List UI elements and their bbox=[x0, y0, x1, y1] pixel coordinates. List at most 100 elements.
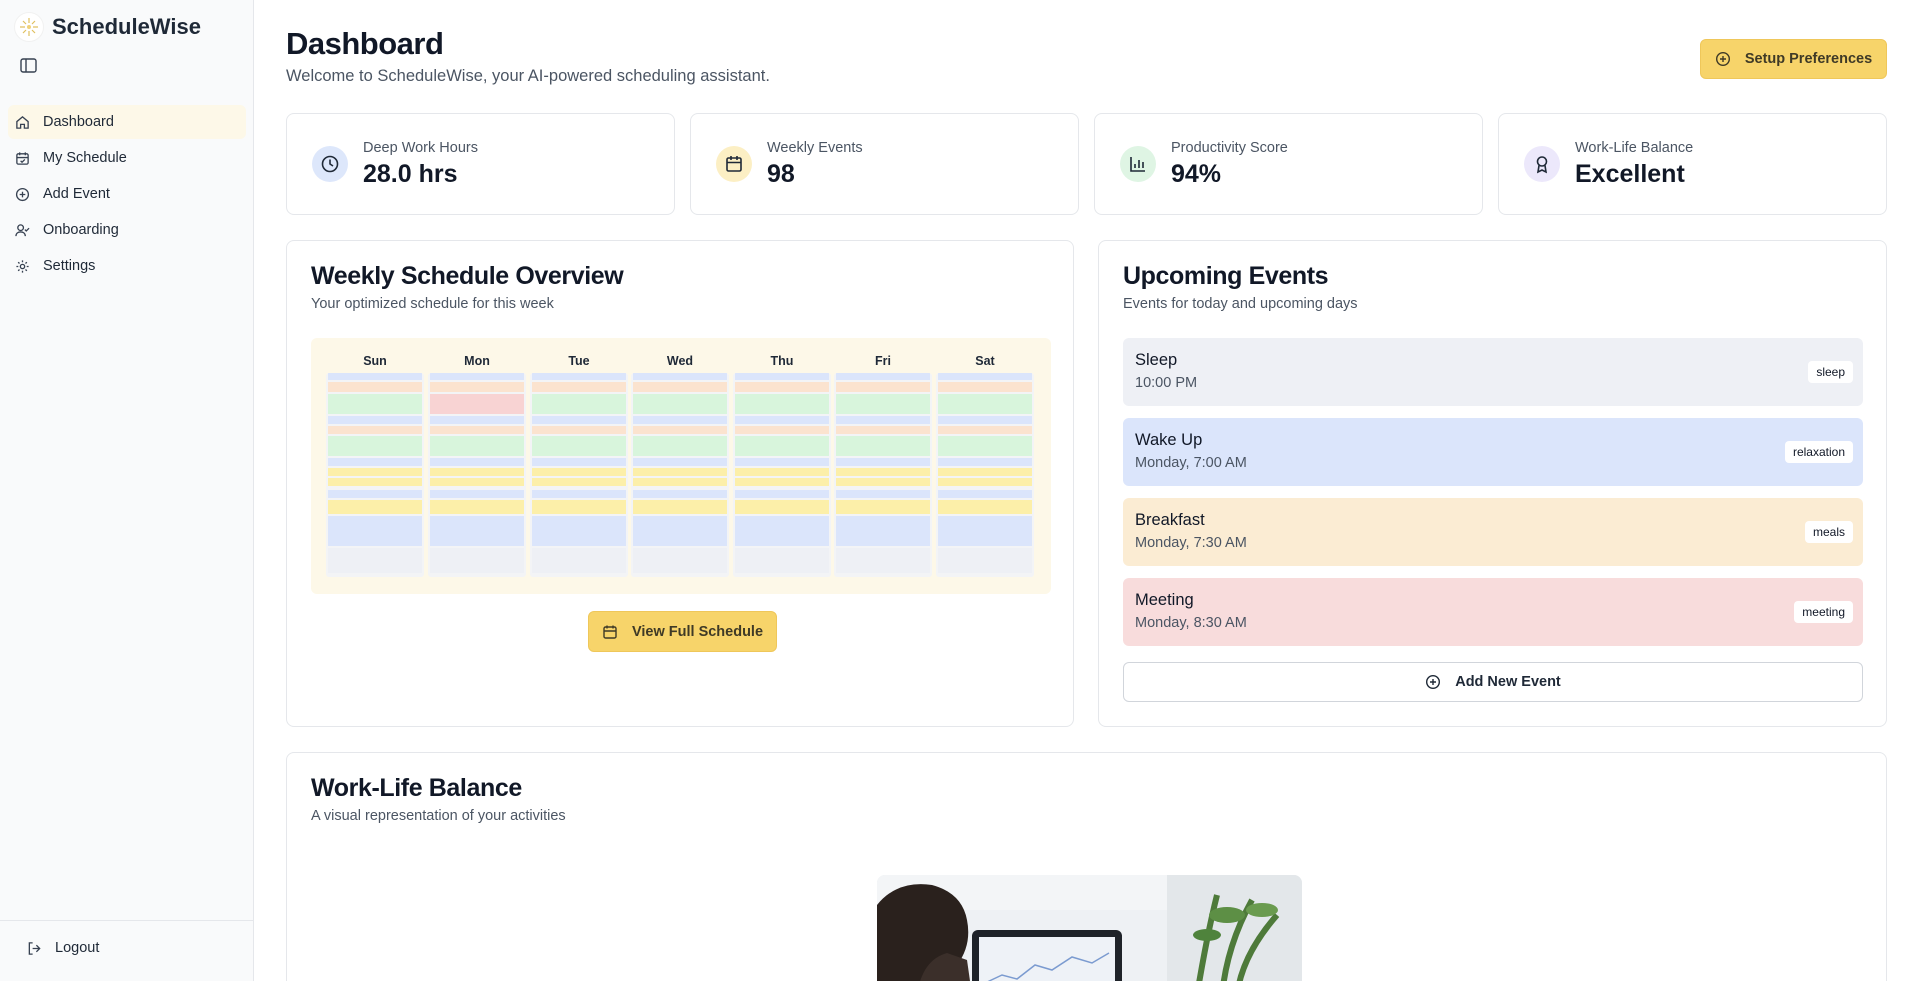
plus-circle-icon bbox=[1426, 674, 1441, 690]
event-tag: relaxation bbox=[1784, 441, 1853, 463]
day-header: Fri bbox=[875, 354, 891, 368]
day-header: Tue bbox=[568, 354, 590, 368]
plus-circle-icon bbox=[15, 187, 30, 201]
schedule-block bbox=[836, 516, 930, 546]
app-logo bbox=[14, 12, 44, 42]
day-header: Sun bbox=[363, 354, 387, 368]
schedule-block bbox=[430, 458, 524, 466]
schedule-block bbox=[328, 500, 422, 514]
event-item-wake-up[interactable]: Wake Up Monday, 7:00 AM relaxation bbox=[1123, 418, 1863, 486]
logout-button[interactable]: Logout bbox=[27, 940, 99, 956]
schedule-block bbox=[836, 436, 930, 456]
brand[interactable]: ScheduleWise bbox=[14, 12, 201, 42]
schedule-block bbox=[735, 548, 829, 573]
view-full-schedule-button[interactable]: View Full Schedule bbox=[588, 611, 777, 652]
weekly-schedule-panel: Weekly Schedule Overview Your optimized … bbox=[286, 240, 1074, 727]
add-new-event-label: Add New Event bbox=[1455, 674, 1561, 690]
view-full-schedule-label: View Full Schedule bbox=[631, 623, 764, 640]
schedule-block bbox=[430, 382, 524, 392]
panel-title: Upcoming Events bbox=[1123, 262, 1329, 290]
schedule-block bbox=[532, 548, 626, 573]
schedule-block bbox=[938, 468, 1032, 476]
schedule-block bbox=[836, 468, 930, 476]
sidebar-item-label: My Schedule bbox=[43, 150, 127, 166]
schedule-block bbox=[938, 490, 1032, 498]
sidebar-item-onboarding[interactable]: Onboarding bbox=[8, 213, 246, 247]
schedule-block bbox=[430, 394, 524, 414]
day-column-wed[interactable] bbox=[631, 373, 729, 577]
logout-icon bbox=[28, 941, 41, 955]
schedule-block bbox=[836, 426, 930, 434]
plus-circle-icon bbox=[1715, 51, 1730, 67]
page-subtitle: Welcome to ScheduleWise, your AI-powered… bbox=[286, 67, 770, 85]
schedule-block bbox=[836, 458, 930, 466]
setup-preferences-label: Setup Preferences bbox=[1744, 51, 1873, 67]
sidebar-item-settings[interactable]: Settings bbox=[8, 249, 246, 283]
schedule-block bbox=[328, 478, 422, 486]
calendar-check-icon bbox=[16, 151, 29, 165]
event-tag: meals bbox=[1804, 521, 1853, 543]
day-column-sun[interactable] bbox=[326, 373, 424, 577]
logout-label: Logout bbox=[55, 940, 100, 956]
schedule-block bbox=[430, 416, 524, 424]
schedule-block bbox=[532, 426, 626, 434]
event-time: Monday, 8:30 AM bbox=[1135, 615, 1247, 631]
event-item-sleep[interactable]: Sleep 10:00 PM sleep bbox=[1123, 338, 1863, 406]
schedule-block bbox=[328, 436, 422, 456]
stat-card-work-life-balance: Work-Life Balance Excellent bbox=[1498, 113, 1887, 215]
schedule-block bbox=[836, 478, 930, 486]
add-new-event-button[interactable]: Add New Event bbox=[1123, 662, 1863, 702]
event-time: Monday, 7:00 AM bbox=[1135, 455, 1247, 471]
stat-card-deep-work: Deep Work Hours 28.0 hrs bbox=[286, 113, 675, 215]
schedule-block bbox=[836, 548, 930, 573]
sidebar-toggle-icon[interactable] bbox=[20, 58, 37, 73]
stat-label: Work-Life Balance bbox=[1575, 140, 1694, 156]
schedule-block bbox=[532, 373, 626, 380]
schedule-block bbox=[735, 516, 829, 546]
event-item-meeting[interactable]: Meeting Monday, 8:30 AM meeting bbox=[1123, 578, 1863, 646]
schedule-block bbox=[532, 516, 626, 546]
schedule-block bbox=[735, 382, 829, 392]
setup-preferences-button[interactable]: Setup Preferences bbox=[1700, 39, 1887, 79]
day-column-mon[interactable] bbox=[428, 373, 526, 577]
day-column-fri[interactable] bbox=[834, 373, 932, 577]
schedule-block bbox=[938, 394, 1032, 414]
sidebar-item-label: Add Event bbox=[43, 186, 110, 202]
schedule-block bbox=[328, 394, 422, 414]
day-column-sat[interactable] bbox=[936, 373, 1034, 577]
day-column-thu[interactable] bbox=[733, 373, 831, 577]
schedule-block bbox=[532, 478, 626, 486]
schedule-block bbox=[938, 516, 1032, 546]
schedule-block bbox=[430, 490, 524, 498]
schedule-block bbox=[430, 500, 524, 514]
day-column-tue[interactable] bbox=[530, 373, 628, 577]
sidebar-item-label: Dashboard bbox=[43, 114, 114, 130]
schedule-block bbox=[633, 478, 727, 486]
work-life-balance-image bbox=[877, 875, 1302, 981]
stat-label: Weekly Events bbox=[767, 140, 863, 156]
schedule-block bbox=[633, 416, 727, 424]
sidebar-item-label: Onboarding bbox=[43, 222, 119, 238]
schedule-block bbox=[938, 436, 1032, 456]
event-title: Breakfast bbox=[1135, 511, 1205, 529]
sidebar-item-add-event[interactable]: Add Event bbox=[8, 177, 246, 211]
schedule-block bbox=[938, 416, 1032, 424]
schedule-block bbox=[633, 490, 727, 498]
panel-subtitle: Your optimized schedule for this week bbox=[311, 296, 554, 312]
schedule-block bbox=[430, 548, 524, 573]
sidebar-item-my-schedule[interactable]: My Schedule bbox=[8, 141, 246, 175]
schedule-block bbox=[328, 468, 422, 476]
panel-title: Weekly Schedule Overview bbox=[311, 262, 624, 290]
event-item-breakfast[interactable]: Breakfast Monday, 7:30 AM meals bbox=[1123, 498, 1863, 566]
app-name: ScheduleWise bbox=[52, 14, 201, 39]
stat-value: 98 bbox=[767, 160, 795, 188]
schedule-block bbox=[430, 478, 524, 486]
schedule-block bbox=[633, 382, 727, 392]
sidebar-item-dashboard[interactable]: Dashboard bbox=[8, 105, 246, 139]
schedule-block bbox=[633, 516, 727, 546]
event-title: Sleep bbox=[1135, 351, 1178, 369]
day-header: Mon bbox=[464, 354, 490, 368]
schedule-block bbox=[836, 373, 930, 380]
schedule-block bbox=[735, 468, 829, 476]
award-icon bbox=[1524, 146, 1560, 182]
